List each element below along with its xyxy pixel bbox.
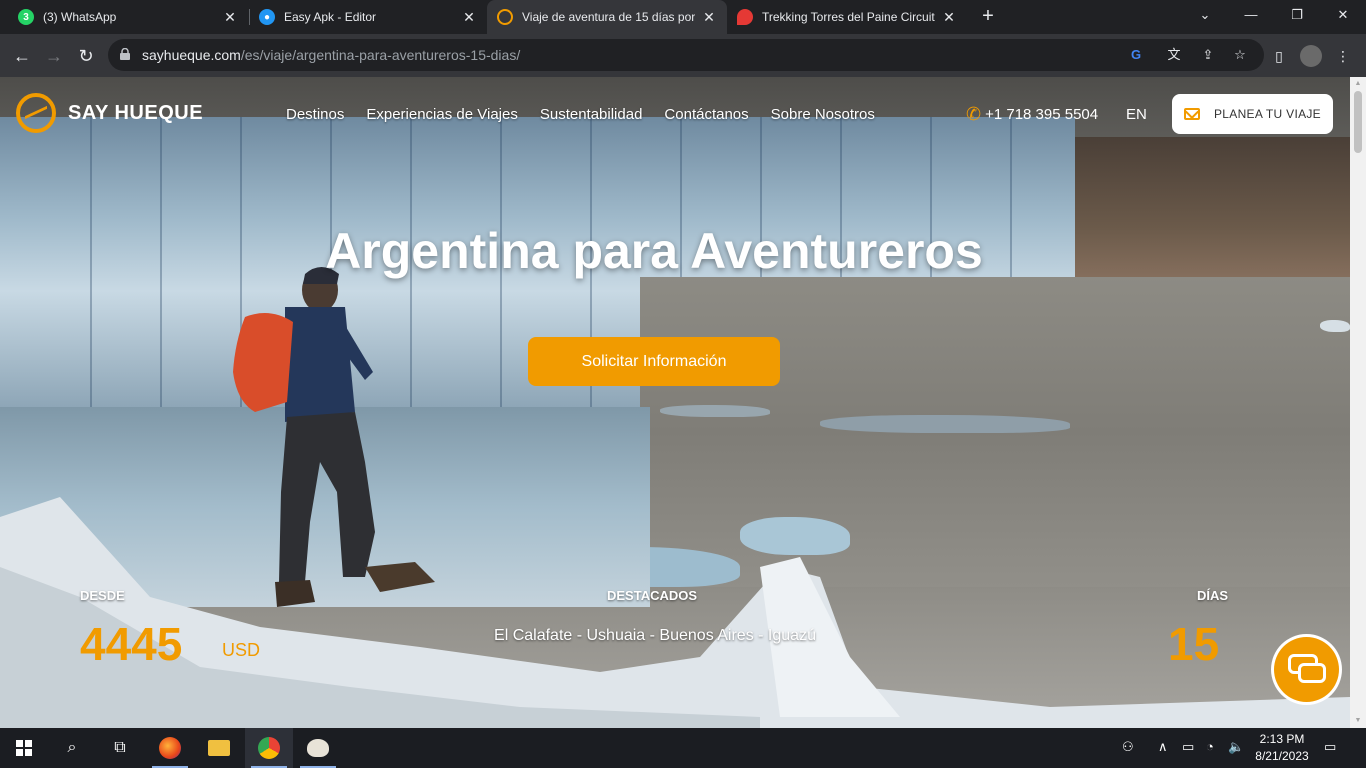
scroll-up-icon[interactable]: ▲ bbox=[1350, 77, 1366, 91]
url-host: sayhueque.com bbox=[142, 47, 241, 63]
windows-taskbar: ⌕ ⧉ ⚇ ∧ ▭ ◔ 🔈 2:13 PM 8/21/2023 ▭ bbox=[0, 728, 1366, 768]
days-label: DÍAS bbox=[1197, 588, 1229, 603]
ice-floe bbox=[660, 405, 770, 417]
phone-link[interactable]: ✆ +1 718 395 5504 bbox=[966, 104, 1098, 125]
chat-bubble-icon bbox=[1298, 663, 1326, 683]
url-path: /es/viaje/argentina-para-aventureros-15-… bbox=[240, 47, 521, 63]
site-logo[interactable]: SAY HUEQUE bbox=[16, 93, 203, 133]
nav-destinos[interactable]: Destinos bbox=[286, 106, 344, 123]
highlights-text: El Calafate - Ushuaia - Buenos Aires - I… bbox=[494, 627, 816, 644]
site-header: SAY HUEQUE Destinos Experiencias de Viaj… bbox=[0, 77, 1350, 137]
ice-floe bbox=[820, 415, 1070, 433]
ice-floe bbox=[1320, 320, 1350, 332]
tab-title: (3) WhatsApp bbox=[43, 10, 117, 24]
envelope-icon bbox=[1184, 108, 1200, 120]
scroll-down-icon[interactable]: ▼ bbox=[1350, 714, 1366, 728]
clock-time: 2:13 PM bbox=[1259, 732, 1305, 746]
price-currency: USD bbox=[222, 640, 261, 660]
side-panel-icon[interactable]: ▯ bbox=[1268, 45, 1290, 67]
tray-chevron-icon[interactable]: ∧ bbox=[1158, 739, 1168, 755]
nav-sustentabilidad[interactable]: Sustentabilidad bbox=[540, 106, 643, 123]
close-tab-icon[interactable]: ✕ bbox=[222, 9, 238, 26]
nav-experiencias[interactable]: Experiencias de Viajes bbox=[366, 106, 517, 123]
menu-icon[interactable]: ⋮ bbox=[1332, 45, 1354, 67]
tab-trekking[interactable]: Trekking Torres del Paine Circuito ✕ bbox=[727, 0, 967, 34]
task-view-icon[interactable]: ⧉ bbox=[96, 728, 144, 768]
phone-icon: ✆ bbox=[966, 104, 982, 124]
tab-search-icon[interactable]: ⌄ bbox=[1182, 0, 1228, 30]
tab-title: Easy Apk - Editor bbox=[284, 10, 377, 24]
hero-title: Argentina para Aventureros bbox=[325, 223, 983, 279]
request-info-button[interactable]: Solicitar Información bbox=[528, 337, 780, 386]
scroll-thumb[interactable] bbox=[1354, 91, 1362, 153]
close-tab-icon[interactable]: ✕ bbox=[461, 9, 477, 26]
lock-icon bbox=[120, 48, 130, 60]
browser-toolbar: ← → ↻ sayhueque.com/es/viaje/argentina-p… bbox=[0, 34, 1366, 77]
main-nav: Destinos Experiencias de Viajes Sustenta… bbox=[286, 106, 875, 123]
start-button[interactable] bbox=[0, 728, 48, 768]
minimize-icon[interactable]: — bbox=[1228, 0, 1274, 30]
from-label: DESDE bbox=[80, 588, 125, 603]
tab-easyapk[interactable]: ● Easy Apk - Editor ✕ bbox=[249, 0, 487, 34]
people-icon[interactable]: ⚇ bbox=[1122, 739, 1134, 755]
system-clock[interactable]: 2:13 PM 8/21/2023 bbox=[1238, 731, 1326, 765]
paint-icon[interactable] bbox=[294, 728, 342, 768]
chrome-icon[interactable] bbox=[245, 728, 293, 768]
chat-button[interactable] bbox=[1274, 637, 1339, 702]
back-icon[interactable]: ← bbox=[8, 42, 36, 70]
logo-text: SAY HUEQUE bbox=[68, 101, 204, 124]
sayhueque-logo-icon bbox=[16, 93, 56, 133]
page-viewport: SAY HUEQUE Destinos Experiencias de Viaj… bbox=[0, 77, 1350, 728]
highlights-label: DESTACADOS bbox=[607, 588, 698, 603]
price-value: 4445 bbox=[80, 618, 183, 670]
reload-icon[interactable]: ↻ bbox=[72, 42, 100, 70]
firefox-icon[interactable] bbox=[146, 728, 194, 768]
hiker-figure bbox=[233, 267, 435, 607]
forward-icon[interactable]: → bbox=[40, 42, 68, 70]
days-value: 15 bbox=[1168, 618, 1220, 670]
close-window-icon[interactable]: ✕ bbox=[1320, 0, 1366, 30]
profile-avatar[interactable] bbox=[1300, 45, 1322, 67]
url-text[interactable]: sayhueque.com/es/viaje/argentina-para-av… bbox=[142, 47, 520, 63]
search-icon[interactable]: ⌕ bbox=[48, 728, 96, 768]
clock-date: 8/21/2023 bbox=[1255, 749, 1309, 763]
plan-trip-label: PLANEA TU VIAJE bbox=[1214, 107, 1321, 121]
tab-strip: 3 (3) WhatsApp ✕ ● Easy Apk - Editor ✕ V… bbox=[0, 0, 1366, 34]
tab-title: Trekking Torres del Paine Circuito bbox=[762, 10, 935, 24]
share-icon[interactable]: ⇪ bbox=[1198, 45, 1218, 65]
new-tab-button[interactable]: + bbox=[976, 4, 1000, 28]
sayhueque-icon bbox=[497, 9, 513, 25]
tab-whatsapp[interactable]: 3 (3) WhatsApp ✕ bbox=[8, 0, 248, 34]
maps-pin-icon bbox=[737, 9, 753, 25]
address-bar[interactable]: sayhueque.com/es/viaje/argentina-para-av… bbox=[108, 39, 1264, 71]
language-switch[interactable]: EN bbox=[1126, 106, 1147, 123]
bookmark-star-icon[interactable]: ☆ bbox=[1230, 45, 1250, 65]
wifi-icon[interactable]: ◔ bbox=[1206, 739, 1214, 754]
restore-icon[interactable]: ❐ bbox=[1274, 0, 1320, 30]
android-icon: ● bbox=[259, 9, 275, 25]
nav-sobre-nosotros[interactable]: Sobre Nosotros bbox=[771, 106, 875, 123]
nav-contactanos[interactable]: Contáctanos bbox=[664, 106, 748, 123]
tab-sayhueque[interactable]: Viaje de aventura de 15 días por ✕ bbox=[487, 0, 727, 34]
windows-logo-icon bbox=[16, 740, 32, 756]
phone-number: +1 718 395 5504 bbox=[985, 106, 1099, 123]
whatsapp-icon: 3 bbox=[18, 9, 34, 25]
battery-icon[interactable]: ▭ bbox=[1182, 739, 1194, 755]
page-scrollbar[interactable]: ▲ ▼ bbox=[1350, 77, 1366, 728]
notification-icon[interactable]: ▭ bbox=[1324, 739, 1336, 755]
close-tab-icon[interactable]: ✕ bbox=[941, 9, 957, 26]
plan-trip-button[interactable]: PLANEA TU VIAJE bbox=[1172, 94, 1333, 134]
file-explorer-icon[interactable] bbox=[195, 728, 243, 768]
translate-icon[interactable]: 文 bbox=[1164, 45, 1184, 65]
google-lens-icon[interactable]: G bbox=[1126, 45, 1146, 65]
tab-title: Viaje de aventura de 15 días por bbox=[522, 10, 695, 24]
close-tab-icon[interactable]: ✕ bbox=[701, 9, 717, 26]
